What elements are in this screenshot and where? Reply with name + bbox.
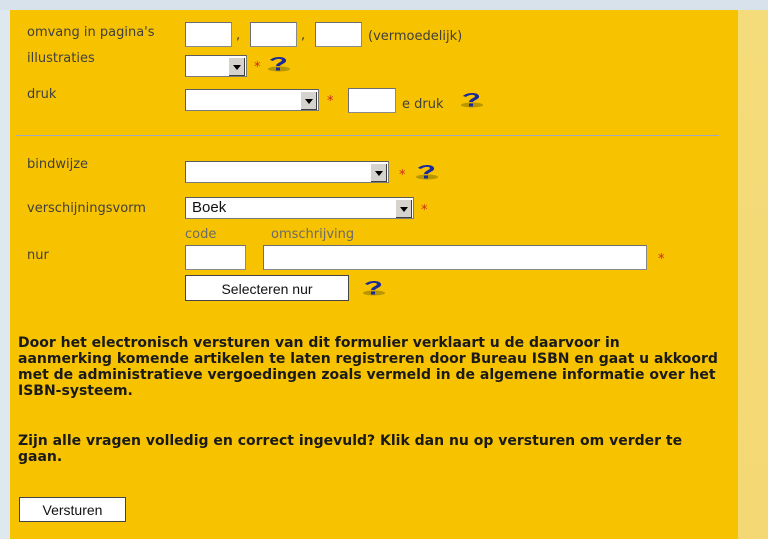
edition-select[interactable] [185,89,319,111]
pages-field-1[interactable] [185,22,232,47]
nur-description-field[interactable] [263,245,647,270]
required-marker: * [421,203,428,218]
edition-number-field[interactable] [348,88,396,113]
nur-description-header: omschrijving [271,227,355,242]
binding-select[interactable] [185,161,389,183]
binding-label: bindwijze [27,157,89,172]
window-top-edge [0,0,768,10]
pages-note: (vermoedelijk) [368,29,463,44]
question-mark-icon[interactable] [360,280,386,296]
edition-label: druk [27,87,57,102]
question-mark-icon[interactable] [413,164,439,180]
pages-field-3[interactable] [315,22,362,47]
chevron-down-icon[interactable] [395,199,412,218]
required-marker: * [658,252,665,267]
pages-separator-2: , [301,28,306,43]
illustrations-select[interactable] [185,55,247,77]
question-mark-icon[interactable] [458,92,484,108]
required-marker: * [254,60,261,75]
nur-label: nur [27,248,49,263]
side-strip [738,10,768,539]
appearance-select[interactable]: Boek [185,197,414,219]
disclaimer-text: Door het electronisch versturen van dit … [18,335,718,399]
pages-label: omvang in pagina's [27,25,155,40]
chevron-down-icon[interactable] [300,91,317,110]
pages-field-2[interactable] [250,22,297,47]
nur-code-header: code [185,227,217,242]
chevron-down-icon[interactable] [228,57,245,76]
required-marker: * [399,168,406,183]
nur-code-field[interactable] [185,245,246,270]
question-mark-icon[interactable] [265,56,291,72]
chevron-down-icon[interactable] [370,163,387,182]
confirmation-text: Zijn alle vragen volledig en correct ing… [18,433,683,465]
select-nur-button[interactable]: Selecteren nur [185,275,349,301]
section-divider [16,135,719,136]
appearance-label: verschijningsvorm [27,201,146,216]
pages-separator-1: , [236,28,241,43]
appearance-selected-value: Boek [192,199,227,216]
required-marker: * [327,94,334,109]
edition-suffix: e druk [402,97,444,112]
illustrations-label: illustraties [27,51,95,66]
submit-button[interactable]: Versturen [19,497,126,522]
